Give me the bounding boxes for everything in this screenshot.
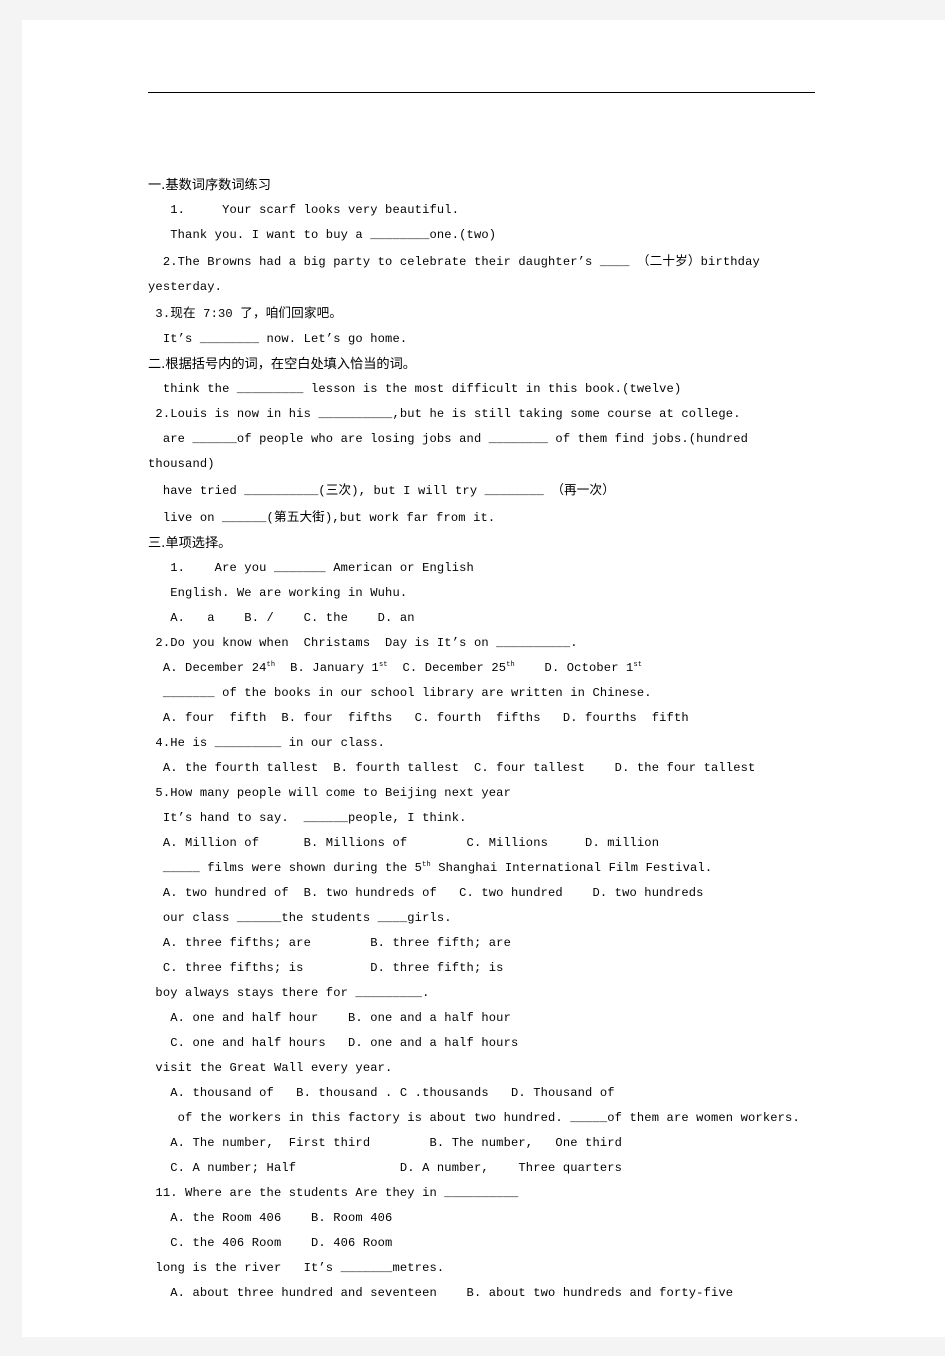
worksheet-line: 2.The Browns had a big party to celebrat… [148, 253, 760, 269]
worksheet-line: 3.现在 7:30 了，咱们回家吧。 [148, 305, 343, 321]
worksheet-line: boy always stays there for _________. [148, 986, 430, 1000]
worksheet-line: A. the Room 406 B. Room 406 [148, 1211, 393, 1225]
worksheet-line: Thank you. I want to buy a ________one.(… [148, 228, 497, 242]
worksheet-line: A. three fifths; are B. three fifth; are [148, 936, 511, 950]
worksheet-line: A. Million of B. Millions of C. Millions… [148, 836, 660, 850]
worksheet-line: _____ films were shown during the 5th Sh… [148, 860, 713, 875]
worksheet-line: think the _________ lesson is the most d… [148, 382, 682, 396]
worksheet-line: _______ of the books in our school libra… [148, 686, 652, 700]
header-rule-divider [148, 92, 815, 93]
worksheet-line: It’s hand to say. ______people, I think. [148, 811, 467, 825]
worksheet-line: A. thousand of B. thousand . C .thousand… [148, 1086, 615, 1100]
worksheet-line: visit the Great Wall every year. [148, 1061, 393, 1075]
worksheet-line: It’s ________ now. Let’s go home. [148, 332, 408, 346]
worksheet-line: 2.Louis is now in his __________,but he … [148, 407, 741, 421]
worksheet-line: 4.He is _________ in our class. [148, 736, 386, 750]
worksheet-line: A. December 24th B. January 1st C. Decem… [148, 660, 643, 675]
worksheet-line: 11. Where are the students Are they in _… [148, 1186, 519, 1200]
worksheet-line: 1. Your scarf looks very beautiful. [148, 203, 460, 217]
page-content: 一.基数词序数词练习 1. Your scarf looks very beau… [148, 92, 815, 1356]
document-page: 一.基数词序数词练习 1. Your scarf looks very beau… [22, 20, 945, 1337]
worksheet-line: 1. Are you _______ American or English [148, 561, 474, 575]
worksheet-line: C. three fifths; is D. three fifth; is [148, 961, 504, 975]
worksheet-line: our class ______the students ____girls. [148, 911, 452, 925]
worksheet-line: are ______of people who are losing jobs … [148, 432, 771, 471]
worksheet-lines: 一.基数词序数词练习 1. Your scarf looks very beau… [148, 173, 815, 1306]
worksheet-line: A. the fourth tallest B. fourth tallest … [148, 761, 756, 775]
worksheet-line: A. a B. / C. the D. an [148, 611, 415, 625]
worksheet-line: English. We are working in Wuhu. [148, 586, 408, 600]
worksheet-line: 5.How many people will come to Beijing n… [148, 786, 511, 800]
worksheet-line: A. The number, First third B. The number… [148, 1136, 623, 1150]
worksheet-line: A. four fifth B. four fifths C. fourth f… [148, 711, 689, 725]
worksheet-line: have tried __________(三次), but I will tr… [148, 482, 616, 498]
worksheet-line: long is the river It’s _______metres. [148, 1261, 445, 1275]
worksheet-line: C. A number; Half D. A number, Three qua… [148, 1161, 623, 1175]
worksheet-body: 一.基数词序数词练习 1. Your scarf looks very beau… [148, 123, 815, 1356]
worksheet-line: A. about three hundred and seventeen B. … [148, 1286, 734, 1300]
worksheet-line: A. one and half hour B. one and a half h… [148, 1011, 511, 1025]
worksheet-line: yesterday. [148, 280, 223, 294]
section-heading: 一.基数词序数词练习 [148, 178, 271, 193]
worksheet-line: live on ______(第五大街),but work far from i… [148, 509, 496, 525]
worksheet-line: 2.Do you know when Christams Day is It’s… [148, 636, 578, 650]
worksheet-line: C. one and half hours D. one and a half … [148, 1036, 519, 1050]
worksheet-line: A. two hundred of B. two hundreds of C. … [148, 886, 704, 900]
section-heading: 二.根据括号内的词，在空白处填入恰当的词。 [148, 357, 416, 372]
worksheet-line: of the workers in this factory is about … [148, 1111, 800, 1125]
worksheet-line: C. the 406 Room D. 406 Room [148, 1236, 393, 1250]
section-heading: 三.单项选择。 [148, 536, 232, 551]
